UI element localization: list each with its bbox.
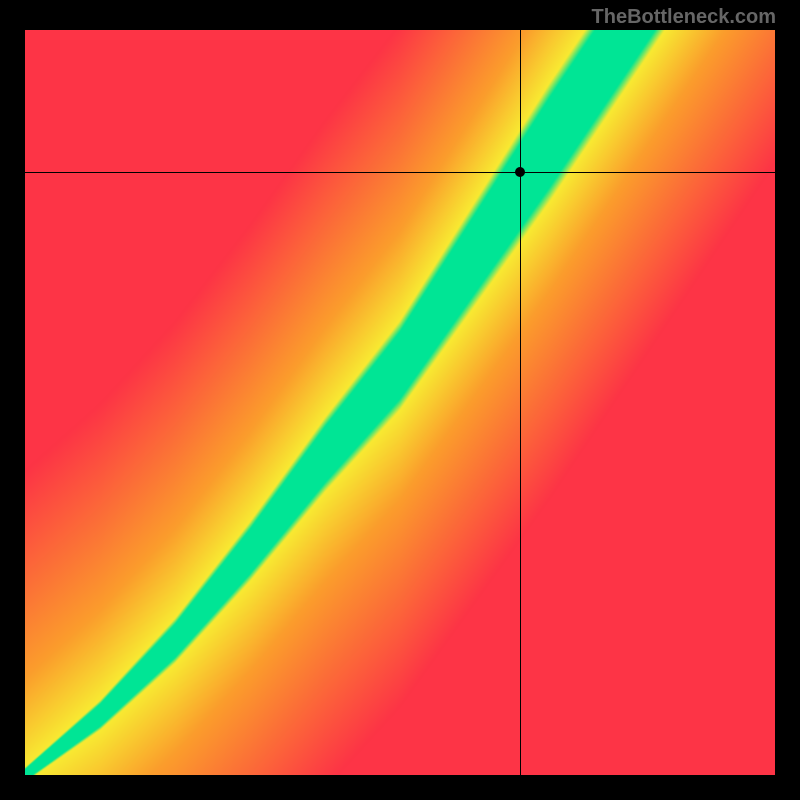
crosshair-vertical xyxy=(520,30,521,775)
crosshair-marker xyxy=(515,167,525,177)
watermark-text: TheBottleneck.com xyxy=(592,6,776,29)
heatmap-canvas xyxy=(25,30,775,775)
crosshair-horizontal xyxy=(25,172,775,173)
heatmap-plot xyxy=(25,30,775,775)
